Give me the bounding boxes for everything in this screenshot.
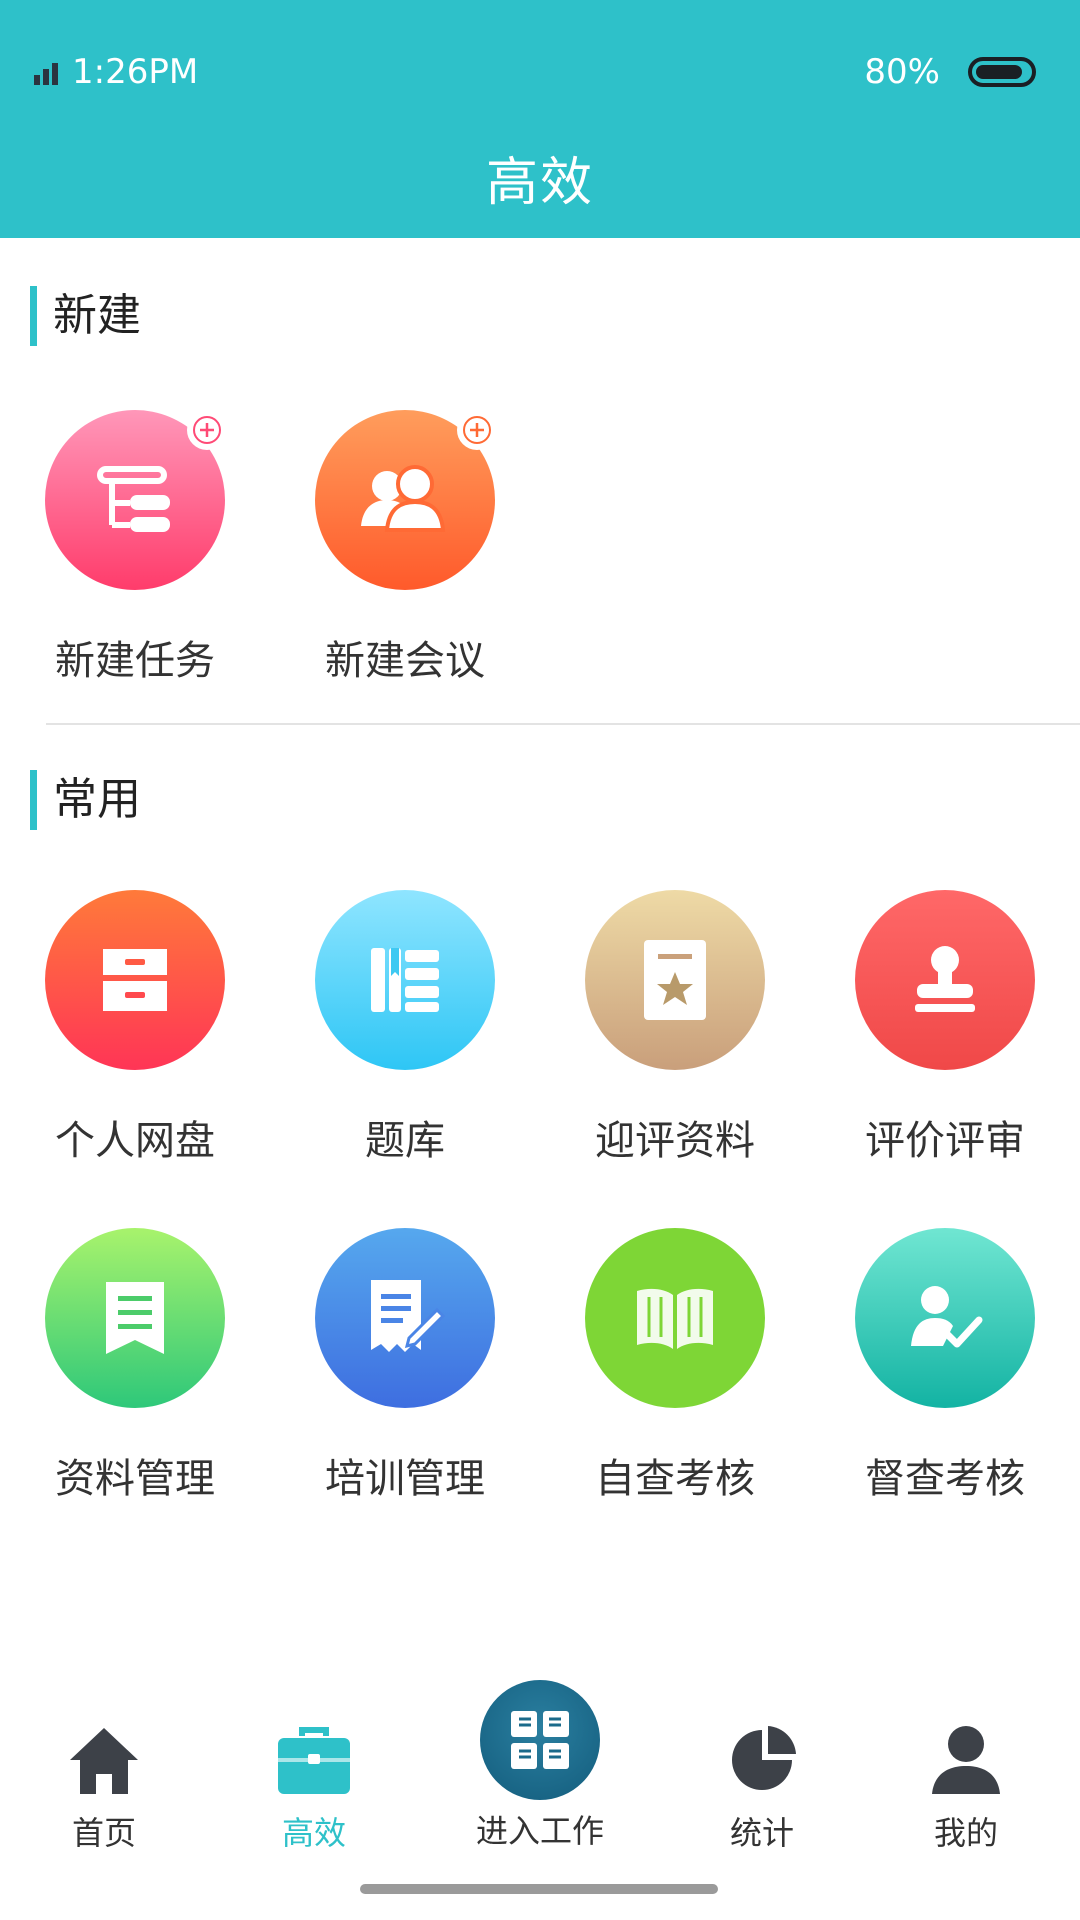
- nav-label: 进入工作: [475, 1812, 604, 1850]
- materials-management-button[interactable]: 资料管理: [0, 1228, 270, 1504]
- open-book-icon: [585, 1228, 765, 1408]
- self-assessment-button[interactable]: 自查考核: [540, 1228, 810, 1504]
- nav-label: 首页: [71, 1814, 136, 1852]
- nav-home[interactable]: 首页: [4, 1722, 204, 1854]
- stamp-icon: [855, 890, 1035, 1070]
- new-task-button[interactable]: 新建任务: [0, 410, 270, 686]
- drawer-icon: [45, 890, 225, 1070]
- item-label: 迎评资料: [595, 1118, 755, 1164]
- nav-statistics[interactable]: 统计: [662, 1722, 862, 1854]
- signal-icon: [34, 59, 58, 85]
- header-bar: 1:26PM 80% 高效: [0, 0, 1080, 238]
- plus-icon: [457, 410, 497, 450]
- nav-mine[interactable]: 我的: [866, 1722, 1066, 1854]
- person-check-icon: [855, 1228, 1035, 1408]
- evaluation-materials-button[interactable]: 迎评资料: [540, 890, 810, 1166]
- nav-label: 我的: [933, 1814, 998, 1852]
- item-label: 评价评审: [865, 1118, 1025, 1164]
- nav-enter-work[interactable]: 进入工作: [440, 1680, 640, 1852]
- battery-icon: [968, 57, 1036, 87]
- new-meeting-button[interactable]: 新建会议: [270, 410, 540, 686]
- home-icon: [70, 1728, 138, 1794]
- section-title-new: 新建: [30, 286, 141, 346]
- home-indicator[interactable]: [360, 1884, 718, 1894]
- bookmark-list-icon: [45, 1228, 225, 1408]
- item-label: 培训管理: [325, 1456, 485, 1502]
- page-title: 高效: [485, 153, 594, 213]
- books-icon: [315, 890, 495, 1070]
- status-bar-right: 80%: [864, 52, 1036, 92]
- item-label: 题库: [365, 1118, 445, 1164]
- battery-percent: 80%: [864, 52, 940, 92]
- user-icon: [932, 1726, 1000, 1794]
- document-pen-icon: [315, 1228, 495, 1408]
- pie-chart-icon: [732, 1726, 796, 1790]
- plus-icon: [187, 410, 227, 450]
- item-label: 自查考核: [595, 1456, 755, 1502]
- item-label: 资料管理: [55, 1456, 215, 1502]
- item-label: 新建任务: [55, 638, 215, 684]
- item-label: 督查考核: [865, 1456, 1025, 1502]
- nav-label: 高效: [281, 1814, 346, 1852]
- training-management-button[interactable]: 培训管理: [270, 1228, 540, 1504]
- status-bar-left: 1:26PM: [34, 52, 198, 92]
- item-label: 新建会议: [325, 638, 485, 684]
- star-document-icon: [585, 890, 765, 1070]
- nav-label: 统计: [729, 1814, 794, 1852]
- nav-efficiency[interactable]: 高效: [214, 1722, 414, 1854]
- section-title-common: 常用: [30, 770, 141, 830]
- supervision-assessment-button[interactable]: 督查考核: [810, 1228, 1080, 1504]
- hands-icon: [480, 1680, 600, 1800]
- personal-drive-button[interactable]: 个人网盘: [0, 890, 270, 1166]
- meeting-people-icon: [315, 410, 497, 590]
- evaluation-review-button[interactable]: 评价评审: [810, 890, 1080, 1166]
- question-bank-button[interactable]: 题库: [270, 890, 540, 1166]
- briefcase-icon: [278, 1727, 350, 1794]
- item-label: 个人网盘: [55, 1118, 215, 1164]
- status-time: 1:26PM: [72, 52, 199, 92]
- section-divider: [46, 723, 1080, 725]
- task-tree-icon: [45, 410, 227, 590]
